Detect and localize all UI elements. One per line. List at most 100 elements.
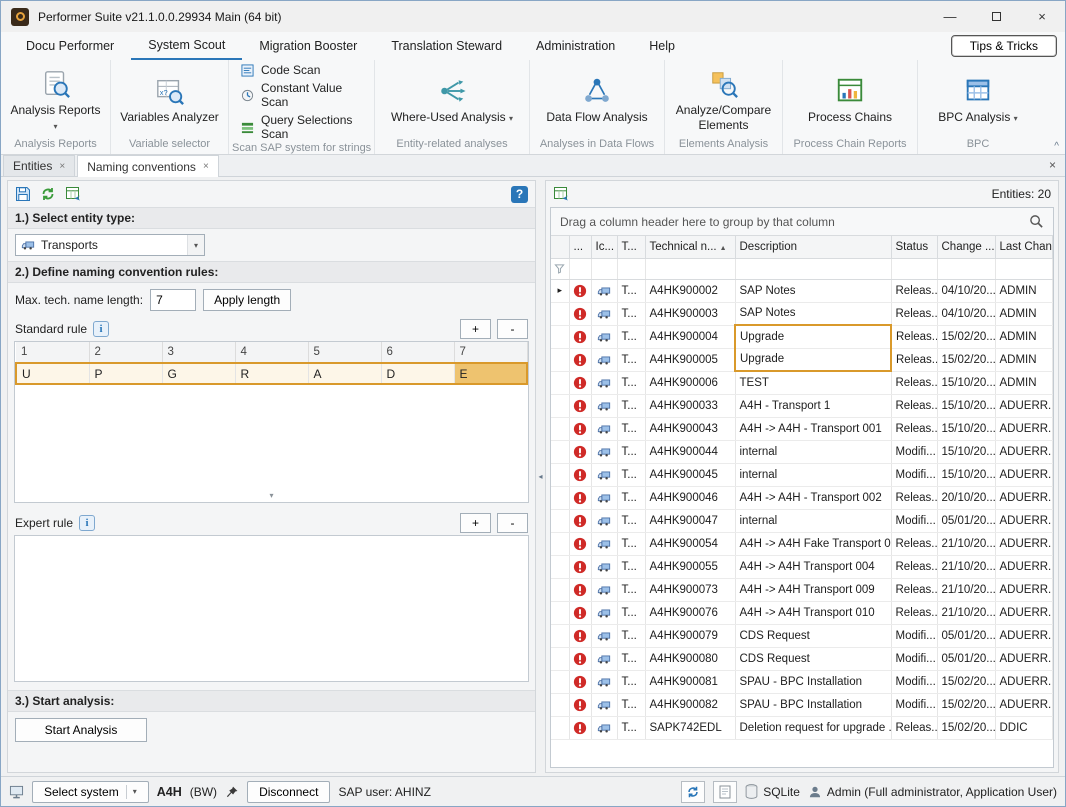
table-row[interactable]: T...A4HK900055A4H -> A4H Transport 004Re… [551, 555, 1053, 578]
rule-cell[interactable]: D [381, 363, 454, 384]
rule-cell[interactable]: E [454, 363, 527, 384]
analysis-reports-button[interactable]: Analysis Reports ▾ [5, 66, 106, 135]
table-row[interactable]: T...A4HK900045internalModifi...15/10/20.… [551, 463, 1053, 486]
standard-rule-remove-button[interactable]: - [497, 319, 528, 339]
column-header[interactable]: Status [891, 236, 937, 258]
table-row[interactable]: T...A4HK900005UpgradeReleas...15/02/20..… [551, 348, 1053, 371]
tab-help[interactable]: Help [632, 32, 692, 60]
tab-system-scout[interactable]: System Scout [131, 32, 242, 60]
tab-administration[interactable]: Administration [519, 32, 632, 60]
apply-length-button[interactable]: Apply length [203, 289, 291, 311]
filter-cell[interactable] [645, 258, 735, 279]
ribbon-collapse-icon[interactable]: ^ [1054, 141, 1059, 152]
document-tab-entities[interactable]: Entities × [3, 155, 75, 176]
disconnect-button[interactable]: Disconnect [247, 781, 330, 803]
table-row[interactable]: T...A4HK900033A4H - Transport 1Releas...… [551, 394, 1053, 417]
select-system-button[interactable]: Select system ▾ [32, 781, 149, 803]
table-row[interactable]: T...SAPK742EDLDeletion request for upgra… [551, 716, 1053, 739]
log-button[interactable] [713, 781, 737, 803]
minimize-button[interactable]: — [927, 1, 973, 32]
column-header[interactable]: T... [617, 236, 645, 258]
technical-name-cell: A4HK900076 [645, 601, 735, 624]
column-header[interactable]: Last Chan... [995, 236, 1053, 258]
refresh-button[interactable] [40, 186, 56, 202]
standard-rule-add-button[interactable]: + [460, 319, 491, 339]
process-chains-button[interactable]: Process Chains [805, 73, 895, 127]
search-icon[interactable] [1029, 214, 1044, 229]
rule-cell[interactable]: U [16, 363, 89, 384]
close-tab-icon[interactable]: × [203, 161, 209, 172]
ribbon-group-caption: Analyses in Data Flows [530, 137, 664, 154]
column-header[interactable]: Technical n...▲ [645, 236, 735, 258]
export-button[interactable] [65, 186, 81, 202]
document-tab-bar: Entities × Naming conventions × × [1, 155, 1065, 177]
column-header[interactable]: Description [735, 236, 891, 258]
table-row[interactable]: T...A4HK900082SPAU - BPC InstallationMod… [551, 693, 1053, 716]
info-icon[interactable]: i [79, 515, 95, 531]
tab-docu-performer[interactable]: Docu Performer [9, 32, 131, 60]
filter-cell[interactable] [937, 258, 995, 279]
column-header[interactable]: Ic... [591, 236, 617, 258]
constant-value-scan-button[interactable]: Constant Value Scan [241, 81, 370, 109]
table-row[interactable]: T...A4HK900043A4H -> A4H - Transport 001… [551, 417, 1053, 440]
rule-cell[interactable]: A [308, 363, 381, 384]
table-row[interactable]: ▸T...A4HK900002SAP NotesReleas...04/10/2… [551, 279, 1053, 302]
data-flow-analysis-button[interactable]: Data Flow Analysis [543, 73, 650, 127]
filter-cell[interactable] [735, 258, 891, 279]
filter-cell[interactable] [995, 258, 1053, 279]
column-header[interactable]: Change ... [937, 236, 995, 258]
sync-button[interactable] [681, 781, 705, 803]
save-button[interactable] [15, 186, 31, 202]
analyze-compare-elements-button[interactable]: Analyze/Compare Elements [669, 66, 778, 135]
table-row[interactable]: T...A4HK900079CDS RequestModifi...05/01/… [551, 624, 1053, 647]
rule-cell[interactable]: R [235, 363, 308, 384]
rule-column-header: 7 [454, 342, 527, 363]
table-row[interactable]: T...A4HK900081SPAU - BPC InstallationMod… [551, 670, 1053, 693]
table-row[interactable]: T...A4HK900003SAP NotesReleas...04/10/20… [551, 302, 1053, 325]
filter-cell[interactable] [551, 258, 569, 279]
tab-migration-booster[interactable]: Migration Booster [242, 32, 374, 60]
rule-cell[interactable]: P [89, 363, 162, 384]
entity-type-select[interactable]: Transports ▾ [15, 234, 205, 256]
pin-icon[interactable] [225, 785, 239, 799]
table-row[interactable]: T...A4HK900046A4H -> A4H - Transport 002… [551, 486, 1053, 509]
help-button[interactable]: ? [511, 186, 528, 203]
variables-analyzer-button[interactable]: x? Variables Analyzer [117, 73, 222, 127]
table-row[interactable]: T...A4HK900080CDS RequestModifi...05/01/… [551, 647, 1053, 670]
close-button[interactable]: × [1019, 1, 1065, 32]
table-row[interactable]: T...A4HK900006TESTReleas...15/10/20...AD… [551, 371, 1053, 394]
bpc-analysis-button[interactable]: BPC Analysis ▾ [935, 73, 1020, 127]
info-icon[interactable]: i [93, 321, 109, 337]
query-selections-scan-button[interactable]: Query Selections Scan [241, 113, 370, 141]
technical-name-cell: A4HK900004 [645, 325, 735, 348]
collapse-grip-icon[interactable]: ▾ [15, 491, 528, 502]
table-row[interactable]: T...A4HK900076A4H -> A4H Transport 010Re… [551, 601, 1053, 624]
max-length-input[interactable] [150, 289, 196, 311]
table-row[interactable]: T...A4HK900073A4H -> A4H Transport 009Re… [551, 578, 1053, 601]
table-row[interactable]: T...A4HK900054A4H -> A4H Fake Transport … [551, 532, 1053, 555]
tab-translation-steward[interactable]: Translation Steward [374, 32, 519, 60]
filter-cell[interactable] [891, 258, 937, 279]
rule-cell[interactable]: G [162, 363, 235, 384]
maximize-button[interactable] [973, 1, 1019, 32]
expert-rule-remove-button[interactable]: - [497, 513, 528, 533]
tips-and-tricks-button[interactable]: Tips & Tricks [951, 35, 1057, 57]
table-row[interactable]: T...A4HK900004UpgradeReleas...15/02/20..… [551, 325, 1053, 348]
table-row[interactable]: T...A4HK900047internalModifi...05/01/20.… [551, 509, 1053, 532]
code-scan-button[interactable]: Code Scan [241, 63, 320, 77]
group-by-bar[interactable]: Drag a column header here to group by th… [551, 208, 1053, 236]
expert-rule-add-button[interactable]: + [460, 513, 491, 533]
filter-cell[interactable] [591, 258, 617, 279]
filter-cell[interactable] [569, 258, 591, 279]
close-pane-icon[interactable]: × [1049, 158, 1056, 172]
close-tab-icon[interactable]: × [59, 161, 65, 172]
where-used-analysis-button[interactable]: Where-Used Analysis ▾ [388, 73, 516, 127]
filter-cell[interactable] [617, 258, 645, 279]
panel-splitter[interactable]: ◂ [536, 180, 545, 773]
export-button[interactable] [553, 186, 569, 202]
start-analysis-button[interactable]: Start Analysis [15, 718, 147, 742]
user-info[interactable]: Admin (Full administrator, Application U… [808, 785, 1057, 799]
column-header[interactable]: ... [569, 236, 591, 258]
table-row[interactable]: T...A4HK900044internalModifi...15/10/20.… [551, 440, 1053, 463]
document-tab-naming-conventions[interactable]: Naming conventions × [77, 155, 219, 177]
